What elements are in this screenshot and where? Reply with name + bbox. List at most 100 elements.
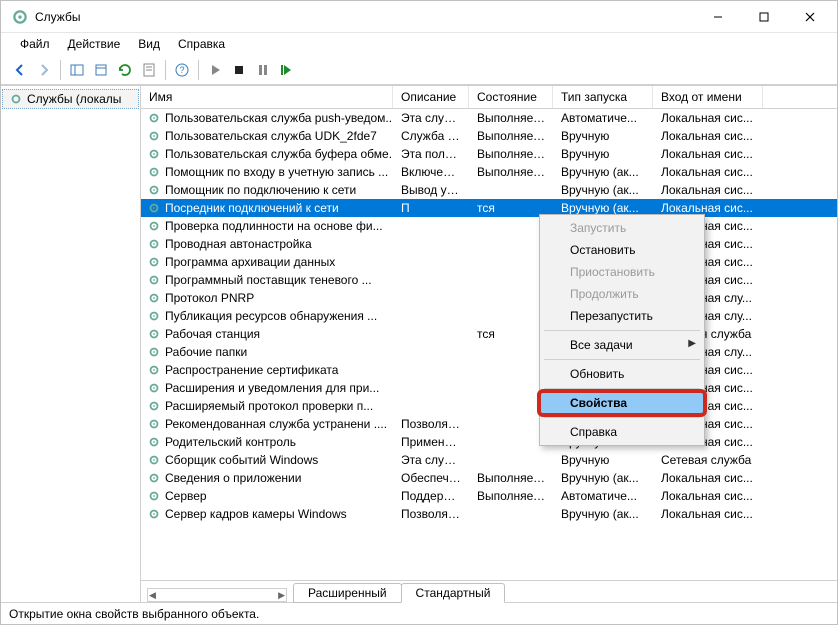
service-row[interactable]: Публикация ресурсов обнаружения ...Вручн…	[141, 307, 837, 325]
tree-item-services-local[interactable]: Службы (локалы	[2, 89, 139, 109]
service-start: Вручную (ак...	[553, 471, 653, 485]
gear-icon	[147, 147, 161, 161]
service-row[interactable]: Помощник по входу в учетную запись ...Вк…	[141, 163, 837, 181]
refresh-button[interactable]	[114, 59, 136, 81]
service-row[interactable]: Посредник подключений к сетиПтсяВручную …	[141, 199, 837, 217]
gear-icon	[147, 129, 161, 143]
close-button[interactable]	[787, 1, 833, 32]
show-hide-console-tree-button[interactable]	[66, 59, 88, 81]
service-name: Рабочая станция	[165, 327, 260, 341]
menu-help[interactable]: Справка	[169, 35, 234, 53]
ctx-pause[interactable]: Приостановить	[540, 261, 704, 283]
app-icon	[11, 8, 29, 26]
ctx-separator	[544, 417, 700, 418]
column-headers: Имя Описание Состояние Тип запуска Вход …	[141, 86, 837, 109]
service-name: Сборщик событий Windows	[165, 453, 318, 467]
left-pane: Службы (локалы	[1, 86, 141, 602]
gear-icon	[147, 345, 161, 359]
service-row[interactable]: Сборщик событий WindowsЭта служб...Вручн…	[141, 451, 837, 469]
gear-icon	[147, 453, 161, 467]
service-start: Вручную	[553, 129, 653, 143]
service-name: Расширения и уведомления для при...	[165, 381, 379, 395]
service-row[interactable]: Рекомендованная служба устранени ....Поз…	[141, 415, 837, 433]
start-service-button[interactable]	[204, 59, 226, 81]
ctx-all-tasks[interactable]: Все задачи▶	[540, 334, 704, 356]
service-name: Программный поставщик теневого ...	[165, 273, 372, 287]
gear-icon	[9, 92, 23, 106]
service-row[interactable]: Проверка подлинности на основе фи...Вруч…	[141, 217, 837, 235]
col-name[interactable]: Имя	[141, 86, 393, 108]
service-state: Выполняется	[469, 147, 553, 161]
service-row[interactable]: Распространение сертификатаВручную (ак..…	[141, 361, 837, 379]
ctx-help[interactable]: Справка	[540, 421, 704, 443]
service-row[interactable]: Пользовательская служба буфера обме...Эт…	[141, 145, 837, 163]
export-list-button[interactable]	[90, 59, 112, 81]
service-logon: Локальная сис...	[653, 165, 763, 179]
col-logon[interactable]: Вход от имени	[653, 86, 763, 108]
service-row[interactable]: Проводная автонастройкаВручнуюЛокальная …	[141, 235, 837, 253]
gear-icon	[147, 201, 161, 215]
ctx-restart[interactable]: Перезапустить	[540, 305, 704, 327]
stop-service-button[interactable]	[228, 59, 250, 81]
service-row[interactable]: Сведения о приложенииОбеспечи...Выполняе…	[141, 469, 837, 487]
service-name: Рекомендованная служба устранени ....	[165, 417, 387, 431]
ctx-stop[interactable]: Остановить	[540, 239, 704, 261]
service-logon: Локальная сис...	[653, 507, 763, 521]
service-state: Выполняется	[469, 471, 553, 485]
ctx-refresh[interactable]: Обновить	[540, 363, 704, 385]
ctx-resume[interactable]: Продолжить	[540, 283, 704, 305]
service-row[interactable]: Пользовательская служба UDK_2fde7Служба …	[141, 127, 837, 145]
col-start[interactable]: Тип запуска	[553, 86, 653, 108]
service-desc: Служба ко...	[393, 129, 469, 143]
service-row[interactable]: СерверПоддержк...ВыполняетсяАвтоматиче..…	[141, 487, 837, 505]
service-name: Посредник подключений к сети	[165, 201, 339, 215]
menubar: Файл Действие Вид Справка	[1, 33, 837, 55]
service-row[interactable]: Рабочая станциятсяАвтоматиче...Сетевая с…	[141, 325, 837, 343]
service-desc: Обеспечи...	[393, 471, 469, 485]
ctx-start[interactable]: Запустить	[540, 217, 704, 239]
gear-icon	[147, 273, 161, 287]
service-desc: Поддержк...	[393, 489, 469, 503]
bottom-tabs: ◀▶ Расширенный Стандартный	[141, 580, 837, 602]
service-row[interactable]: Сервер кадров камеры Windows Позволяет...…	[141, 505, 837, 523]
gear-icon	[147, 291, 161, 305]
service-start: Вручную (ак...	[553, 201, 653, 215]
tab-standard[interactable]: Стандартный	[401, 583, 506, 603]
service-row[interactable]: Расширяемый протокол проверки п...Вручну…	[141, 397, 837, 415]
help-button[interactable]: ?	[171, 59, 193, 81]
service-name: Распространение сертификата	[165, 363, 338, 377]
service-name: Сервер кадров камеры Windows	[165, 507, 347, 521]
service-state: Выполняется	[469, 129, 553, 143]
service-logon: Локальная сис...	[653, 129, 763, 143]
service-logon: Локальная сис...	[653, 111, 763, 125]
service-row[interactable]: Расширения и уведомления для при...Вручн…	[141, 379, 837, 397]
tab-extended[interactable]: Расширенный	[293, 583, 402, 603]
service-desc: Позволяет...	[393, 507, 469, 521]
service-row[interactable]: Программа архивации данныхВручнуюЛокальн…	[141, 253, 837, 271]
service-row[interactable]: Помощник по подключению к сетиВывод уве.…	[141, 181, 837, 199]
pause-service-button[interactable]	[252, 59, 274, 81]
service-name: Рабочие папки	[165, 345, 247, 359]
service-logon: Локальная сис...	[653, 183, 763, 197]
service-row[interactable]: Родительский контрольПримене...ВручнуюЛо…	[141, 433, 837, 451]
service-row[interactable]: Пользовательская служба push-уведом...Эт…	[141, 109, 837, 127]
menu-view[interactable]: Вид	[129, 35, 169, 53]
horizontal-scrollbar[interactable]: ◀▶	[147, 588, 287, 602]
properties-button[interactable]	[138, 59, 160, 81]
menu-action[interactable]: Действие	[59, 35, 130, 53]
service-row[interactable]: Протокол PNRPВручнуюЛокальная слу...	[141, 289, 837, 307]
service-start: Вручную	[553, 453, 653, 467]
minimize-button[interactable]	[695, 1, 741, 32]
service-row[interactable]: Программный поставщик теневого ...Вручну…	[141, 271, 837, 289]
col-state[interactable]: Состояние	[469, 86, 553, 108]
service-name: Протокол PNRP	[165, 291, 254, 305]
service-row[interactable]: Рабочие папкиВручнуюЛокальная слу...	[141, 343, 837, 361]
nav-back-button[interactable]	[9, 59, 31, 81]
restart-service-button[interactable]	[276, 59, 298, 81]
service-name: Пользовательская служба push-уведом...	[165, 111, 393, 125]
ctx-properties[interactable]: Свойства	[540, 392, 704, 414]
nav-forward-button[interactable]	[33, 59, 55, 81]
col-desc[interactable]: Описание	[393, 86, 469, 108]
menu-file[interactable]: Файл	[11, 35, 59, 53]
maximize-button[interactable]	[741, 1, 787, 32]
